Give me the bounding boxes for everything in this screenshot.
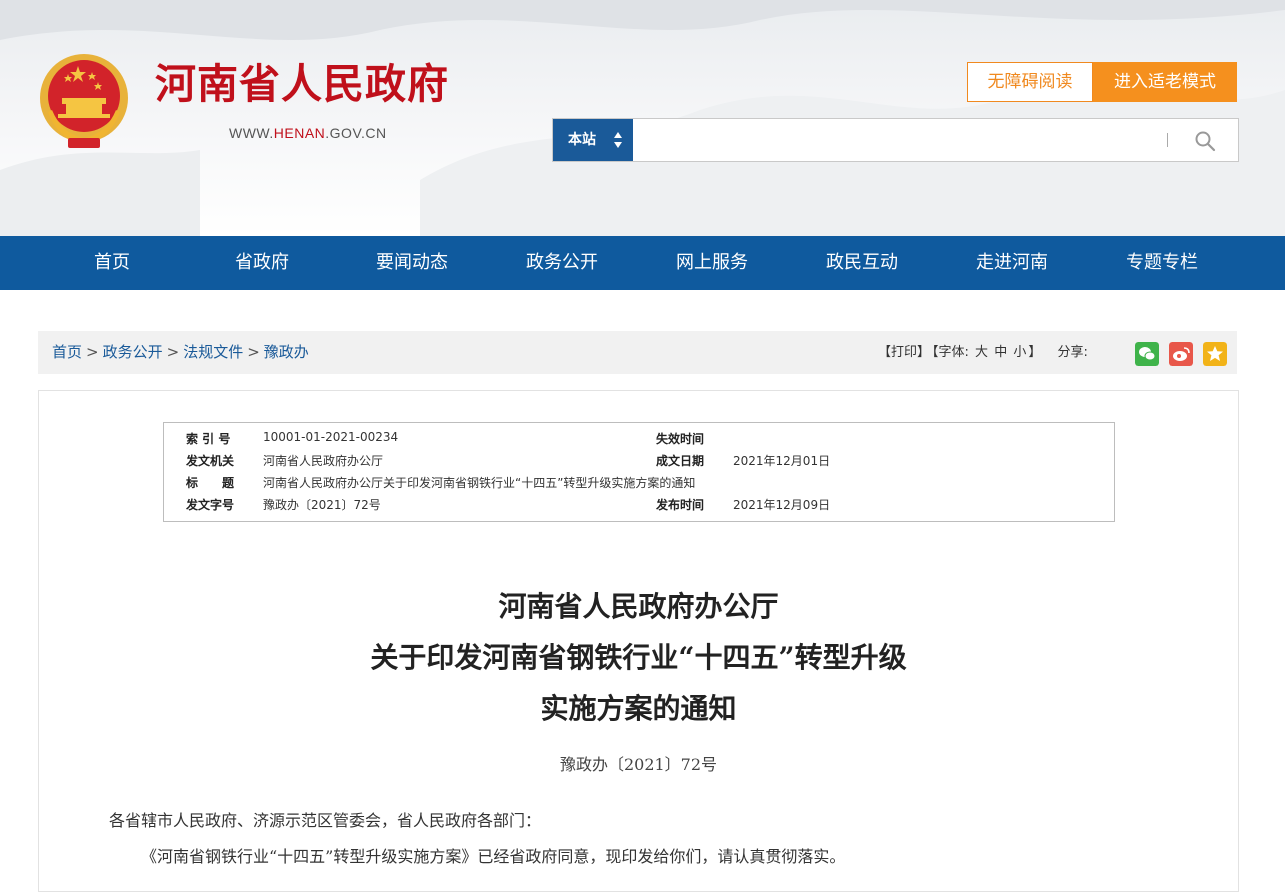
font-size-suffix: 】	[1028, 345, 1042, 360]
site-url: WWW.HENAN.GOV.CN	[229, 125, 387, 141]
meta-title-label: 标 题	[186, 476, 235, 490]
meta-index-label: 索 引 号	[186, 432, 231, 446]
document-meta-table: 索 引 号 10001-01-2021-00234 失效时间 发文机关 河南省人…	[163, 422, 1115, 522]
nav-item-special-topics[interactable]: 专题专栏	[1087, 236, 1237, 290]
weibo-icon[interactable]	[1169, 342, 1193, 366]
breadcrumb-separator: >	[86, 343, 99, 361]
main-nav: 首页 省政府 要闻动态 政务公开 网上服务 政民互动 走进河南 专题专栏	[0, 236, 1285, 290]
meta-doc-no-value: 豫政办〔2021〕72号	[263, 498, 381, 512]
document-body-paragraph: 《河南省钢铁行业“十四五”转型升级实施方案》已经省政府同意，现印发给你们，请认真…	[141, 847, 846, 866]
site-name[interactable]: 河南省人民政府	[155, 64, 449, 105]
meta-doc-no-label: 发文字号	[186, 498, 235, 512]
elder-mode-button[interactable]: 进入适老模式	[1093, 62, 1237, 102]
breadcrumb-separator: >	[247, 343, 260, 361]
site-header: 河南省人民政府 WWW.HENAN.GOV.CN 无障碍阅读 进入适老模式 本站	[0, 0, 1285, 236]
document-salutation: 各省辖市人民政府、济源示范区管委会，省人民政府各部门：	[109, 811, 542, 830]
updown-arrows-icon	[614, 132, 622, 148]
breadcrumb-bar: 首页 > 政务公开 > 法规文件 > 豫政办 【打印】 【字体: 大 中 小】 分享:	[38, 331, 1237, 374]
search-scope-select[interactable]: 本站	[553, 119, 633, 161]
nav-item-about-henan[interactable]: 走进河南	[937, 236, 1087, 290]
search-box: 本站	[552, 118, 1239, 162]
font-large-button[interactable]: 大	[975, 345, 988, 360]
meta-issuer-label: 发文机关	[186, 454, 235, 468]
document-title: 河南省人民政府办公厅 关于印发河南省钢铁行业“十四五”转型升级 实施方案的通知	[39, 581, 1238, 734]
meta-date-made-label: 成文日期	[656, 454, 705, 468]
font-size-prefix: 【字体:	[932, 345, 969, 360]
meta-issuer-value: 河南省人民政府办公厅	[263, 454, 384, 468]
page-tools: 【打印】 【字体: 大 中 小】 分享:	[878, 331, 1090, 374]
meta-publish-label: 发布时间	[656, 498, 705, 512]
meta-expire-label: 失效时间	[656, 432, 705, 446]
site-url-highlight: HENAN	[273, 125, 326, 141]
search-scope-label: 本站	[568, 132, 596, 148]
search-icon[interactable]	[1193, 129, 1217, 153]
document-title-line: 实施方案的通知	[540, 692, 737, 725]
font-medium-button[interactable]: 中	[994, 345, 1007, 360]
breadcrumb: 首页 > 政务公开 > 法规文件 > 豫政办	[52, 331, 309, 374]
nav-item-news[interactable]: 要闻动态	[337, 236, 487, 290]
national-emblem-icon	[40, 54, 128, 148]
meta-title-value: 河南省人民政府办公厅关于印发河南省钢铁行业“十四五”转型升级实施方案的通知	[263, 476, 696, 490]
accessible-reading-button[interactable]: 无障碍阅读	[967, 62, 1093, 102]
search-input[interactable]	[639, 125, 1163, 157]
nav-item-online-services[interactable]: 网上服务	[637, 236, 787, 290]
wechat-icon[interactable]	[1135, 342, 1159, 366]
breadcrumb-home[interactable]: 首页	[52, 343, 82, 361]
share-label: 分享:	[1057, 345, 1088, 360]
document-title-line: 河南省人民政府办公厅	[498, 590, 779, 623]
meta-index-value: 10001-01-2021-00234	[263, 430, 399, 444]
breadcrumb-gov-affairs[interactable]: 政务公开	[103, 343, 163, 361]
breadcrumb-regulations[interactable]: 法规文件	[183, 343, 243, 361]
favorite-icon[interactable]	[1203, 342, 1227, 366]
nav-item-home[interactable]: 首页	[37, 236, 187, 290]
nav-item-interaction[interactable]: 政民互动	[787, 236, 937, 290]
breadcrumb-yuzhengban[interactable]: 豫政办	[264, 343, 309, 361]
nav-item-gov-affairs[interactable]: 政务公开	[487, 236, 637, 290]
font-small-button[interactable]: 小	[1013, 345, 1026, 360]
content-panel: 索 引 号 10001-01-2021-00234 失效时间 发文机关 河南省人…	[38, 390, 1239, 892]
meta-publish-value: 2021年12月09日	[733, 498, 831, 512]
site-url-prefix: WWW.	[229, 125, 274, 141]
document-number: 豫政办〔2021〕72号	[559, 755, 718, 774]
breadcrumb-separator: >	[166, 343, 180, 361]
document-title-line: 关于印发河南省钢铁行业“十四五”转型升级	[370, 641, 907, 674]
meta-date-made-value: 2021年12月01日	[733, 454, 831, 468]
site-url-suffix: .GOV.CN	[325, 125, 387, 141]
print-button[interactable]: 【打印】	[878, 345, 930, 360]
nav-item-province-gov[interactable]: 省政府	[187, 236, 337, 290]
search-divider	[1167, 133, 1168, 147]
